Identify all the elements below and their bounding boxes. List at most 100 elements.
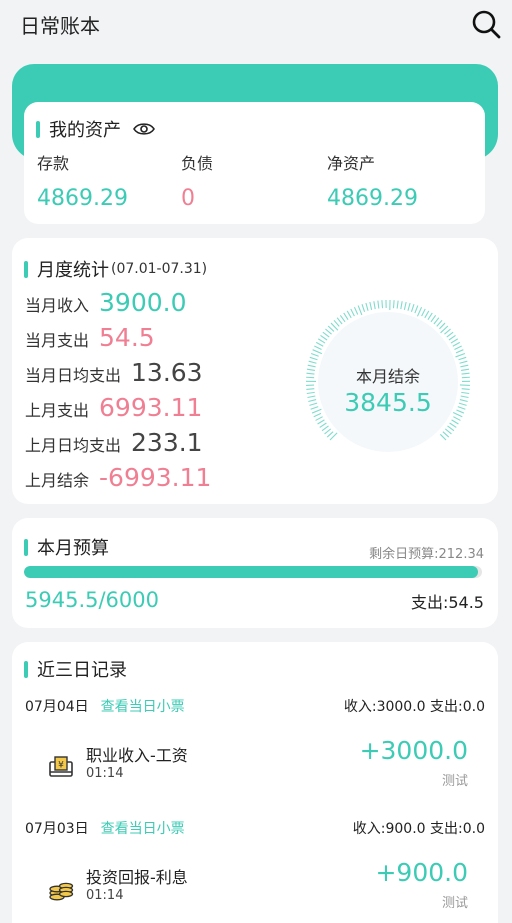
gauge-tick (353, 306, 359, 315)
asset-card[interactable]: 我的资产 存款 4869.29 负债 0 净资产 4869.29 (24, 102, 485, 224)
gauge-tick (427, 312, 433, 321)
gauge-tick (322, 331, 330, 338)
deposit-column: 存款 4869.29 (37, 150, 128, 211)
gauge-value: 3845.5 (344, 388, 432, 417)
gauge-tick (369, 301, 373, 310)
monthly-stat-row: 上月日均支出 233.1 (25, 428, 203, 457)
eye-icon[interactable] (133, 121, 155, 137)
gauge-tick (339, 314, 346, 323)
deposit-label: 存款 (37, 154, 70, 173)
gauge-tick (455, 349, 464, 354)
gauge-tick (439, 433, 447, 441)
monthly-stat-row: 上月结余 -6993.11 (25, 463, 211, 492)
record-item[interactable]: 投资回报-利息 01:14 +900.0 测试 (12, 858, 498, 922)
title-marker (24, 538, 28, 556)
gauge-tick (433, 317, 440, 325)
gauge-tick (403, 301, 407, 310)
gauge-tick (421, 308, 426, 317)
gauge-tick (325, 328, 332, 335)
record-note: 测试 (441, 896, 468, 911)
asset-title-text: 我的资产 (49, 120, 121, 141)
budget-progress-fill (24, 566, 478, 578)
record-item[interactable]: ¥ 职业收入-工资 01:14 +3000.0 测试 (12, 736, 498, 800)
gauge-tick (442, 431, 450, 438)
title-marker (24, 260, 28, 278)
records-title-text: 近三日记录 (37, 660, 127, 681)
svg-text:¥: ¥ (58, 761, 64, 771)
gauge-tick (458, 356, 467, 361)
gauge-tick (346, 310, 352, 319)
gauge-tick (365, 302, 369, 311)
gauge-tick (314, 345, 322, 350)
stat-label: 上月支出 (25, 401, 90, 420)
monthly-stats-card[interactable]: 月度统计 (07.01-07.31) 当月收入 3900.0 当月支出 54.5 当月日… (12, 238, 498, 504)
monthly-stat-row: 当月支出 54.5 (25, 323, 155, 352)
gauge-tick (396, 300, 399, 309)
gauge-tick (310, 352, 319, 357)
day-summary: 收入:900.0 支出:0.0 (352, 821, 485, 837)
stat-value: 6993.11 (99, 393, 203, 422)
monthly-stat-row: 当月收入 3900.0 (25, 288, 187, 317)
gauge-tick (319, 422, 327, 428)
gauge-tick (326, 431, 334, 438)
stat-value: 3900.0 (99, 288, 187, 317)
gauge-tick (321, 425, 329, 432)
gauge-tick (350, 308, 355, 317)
gauge-tick (430, 314, 437, 323)
gauge-tick (400, 301, 403, 310)
gauge-tick (327, 325, 335, 332)
gauge-tick (407, 302, 411, 311)
title-marker (24, 660, 28, 678)
app-title: 日常账本 (20, 14, 100, 38)
gauge-tick (377, 300, 380, 309)
record-amount: +3000.0 (359, 736, 468, 765)
salary-icon: ¥ (49, 756, 73, 777)
net-asset-label: 净资产 (327, 154, 376, 173)
stat-label: 当月日均支出 (25, 366, 122, 385)
day-date: 07月03日 (25, 821, 89, 837)
monthly-stat-row: 上月支出 6993.11 (25, 393, 202, 422)
gauge-tick (451, 419, 459, 425)
gauge-tick (444, 328, 451, 335)
gauge-tick (343, 312, 349, 321)
gauge-tick (320, 335, 328, 341)
budget-title-text: 本月预算 (37, 538, 109, 559)
stat-value: 233.1 (131, 428, 203, 457)
gauge-tick (416, 306, 423, 317)
debt-value: 0 (181, 186, 195, 211)
record-amount: +900.0 (375, 858, 468, 887)
gauge-tick (450, 338, 459, 344)
day-date: 07月04日 (25, 699, 89, 715)
gauge-tick (315, 341, 324, 347)
budget-progress-bar (24, 566, 482, 578)
net-column: 净资产 4869.29 (327, 150, 418, 211)
gauge-tick (373, 301, 376, 310)
view-receipt-link[interactable]: 查看当日小票 (101, 699, 185, 715)
stat-label: 当月支出 (25, 331, 90, 350)
gauge-tick (453, 416, 461, 421)
debt-column: 负债 0 (181, 150, 213, 211)
gauge-tick (446, 331, 454, 338)
gauge-tick (410, 304, 415, 312)
monthly-title-text: 月度统计 (37, 260, 109, 281)
gauge-tick (436, 319, 443, 327)
gauge-tick (361, 304, 366, 312)
stat-value: 13.63 (131, 358, 203, 387)
gauge-label: 本月结余 (355, 367, 420, 386)
budget-spent: 支出:54.5 (410, 593, 484, 612)
gauge-tick (447, 425, 455, 432)
record-note: 测试 (441, 774, 468, 789)
budget-card[interactable]: 本月预算 剩余日预算:212.34 5945.5/6000 支出:54.5 (12, 518, 498, 628)
search-icon[interactable] (470, 8, 502, 40)
day-header: 07月04日 查看当日小票 收入:3000.0 支出:0.0 (25, 696, 485, 716)
view-receipt-link[interactable]: 查看当日小票 (101, 821, 185, 837)
gauge-tick (392, 300, 395, 309)
debt-label: 负债 (181, 154, 214, 173)
gauge-tick (317, 338, 326, 344)
title-marker (36, 120, 40, 138)
gauge-tick (317, 419, 325, 425)
record-name: 职业收入-工资 (86, 746, 188, 765)
gauge-tick (452, 341, 461, 347)
remaining-daily-budget: 剩余日预算:212.34 (369, 547, 484, 562)
gauge-tick (444, 428, 452, 435)
